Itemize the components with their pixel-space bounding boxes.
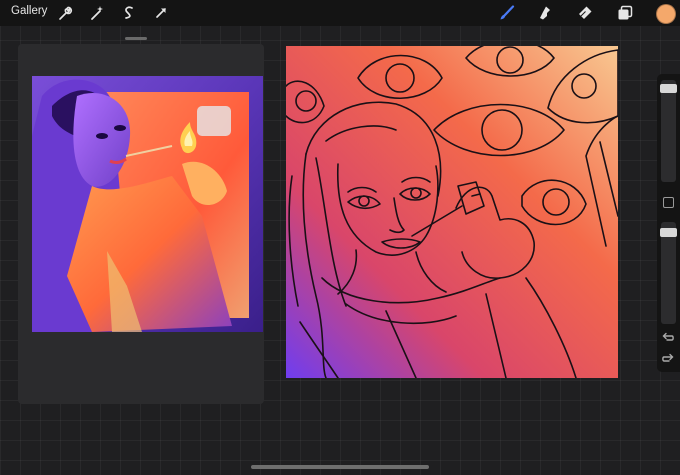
smudge-icon[interactable] <box>536 4 554 22</box>
modify-button[interactable] <box>663 197 674 208</box>
color-swatch[interactable] <box>656 4 676 24</box>
eraser-icon[interactable] <box>576 4 594 22</box>
brush-size-thumb[interactable] <box>660 84 677 93</box>
layers-icon[interactable] <box>616 4 634 22</box>
reference-panel-handle[interactable] <box>125 37 147 40</box>
drawing-canvas[interactable] <box>286 46 618 378</box>
selection-icon[interactable] <box>120 4 138 22</box>
wrench-icon[interactable] <box>55 4 73 22</box>
undo-icon[interactable] <box>661 331 675 345</box>
sidebar <box>657 74 680 372</box>
reference-image <box>32 76 263 332</box>
brush-opacity-thumb[interactable] <box>660 228 677 237</box>
brush-opacity-slider[interactable] <box>660 222 677 324</box>
magic-wand-icon[interactable] <box>88 4 106 22</box>
brush-size-slider[interactable] <box>660 80 677 182</box>
brush-icon[interactable] <box>498 4 516 22</box>
redo-icon[interactable] <box>661 352 675 366</box>
home-indicator[interactable] <box>251 465 429 469</box>
top-toolbar: Gallery <box>0 0 680 26</box>
transform-arrow-icon[interactable] <box>152 4 170 22</box>
gallery-button[interactable]: Gallery <box>11 5 47 17</box>
